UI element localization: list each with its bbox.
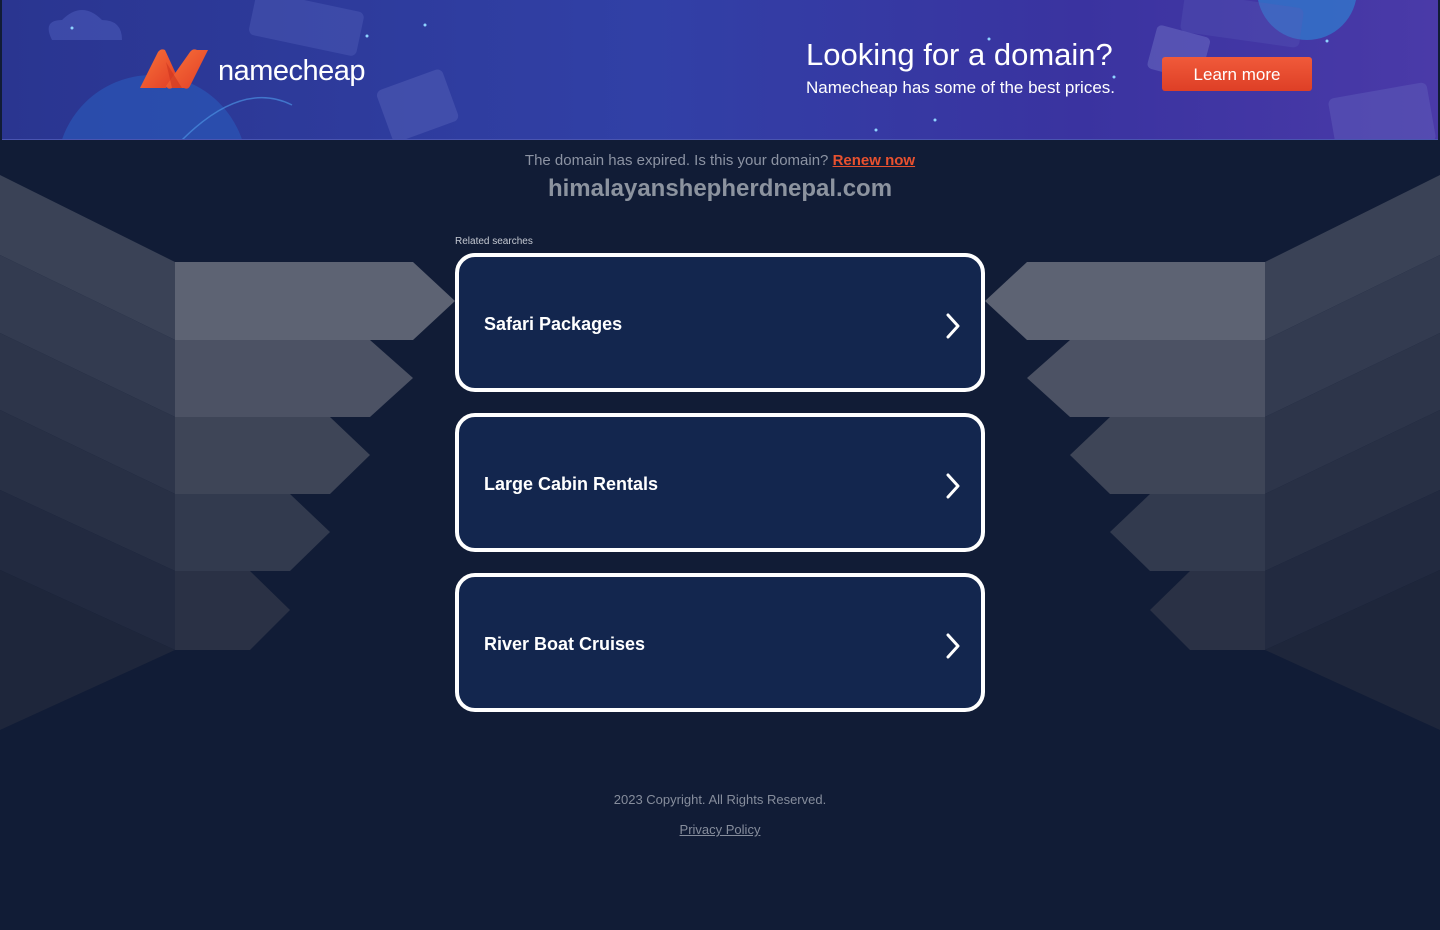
chevron-right-icon: [946, 313, 960, 339]
footer-copyright: 2023 Copyright. All Rights Reserved.: [613, 792, 827, 807]
chevron-right-icon: [946, 473, 960, 499]
learn-more-button[interactable]: Learn more: [1162, 57, 1312, 91]
domain-name: himalayanshepherdnepal.com: [547, 175, 893, 202]
related-search-safari-packages[interactable]: Safari Packages: [455, 253, 985, 392]
renew-now-link[interactable]: Renew now: [833, 152, 916, 169]
footer-privacy: Privacy Policy: [0, 822, 1440, 837]
related-searches-label: Related searches: [455, 236, 533, 247]
related-search-large-cabin-rentals[interactable]: Large Cabin Rentals: [455, 413, 985, 552]
expired-notice: The domain has expired. Is this your dom…: [0, 152, 1440, 169]
privacy-policy-link[interactable]: Privacy Policy: [680, 822, 761, 837]
namecheap-logo-icon: [140, 49, 208, 89]
related-search-label: Large Cabin Rentals: [484, 474, 659, 494]
chevron-right-icon: [946, 633, 960, 659]
promo-text-block: Looking for a domain? Namecheap has some…: [806, 37, 1115, 98]
related-search-label: Safari Packages: [484, 314, 623, 334]
related-search-label: River Boat Cruises: [484, 634, 646, 654]
namecheap-logo[interactable]: namecheap: [138, 48, 366, 90]
promo-subtitle: Namecheap has some of the best prices.: [806, 78, 1115, 97]
promo-banner: namecheap Looking for a domain? Namechea…: [2, 0, 1438, 140]
related-search-river-boat-cruises[interactable]: River Boat Cruises: [455, 573, 985, 712]
promo-title: Looking for a domain?: [806, 37, 1113, 72]
logo-wordmark: namecheap: [218, 54, 366, 87]
expired-text: The domain has expired. Is this your dom…: [524, 152, 829, 169]
